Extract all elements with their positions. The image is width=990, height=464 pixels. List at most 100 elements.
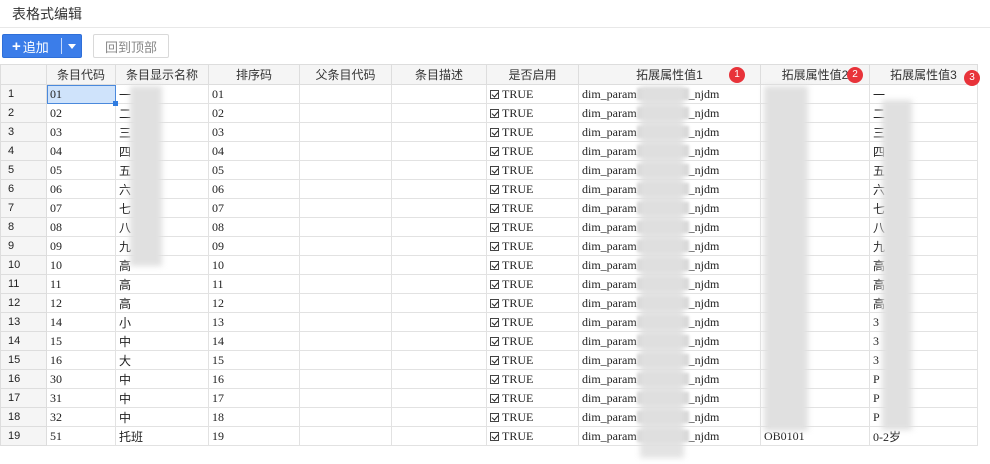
checkbox-icon[interactable] <box>490 241 499 251</box>
cell-sort[interactable]: 15 <box>208 350 300 370</box>
cell-description[interactable] <box>391 122 487 142</box>
cell-enabled[interactable]: TRUE <box>486 407 579 427</box>
cell-enabled[interactable]: TRUE <box>486 198 579 218</box>
checkbox-icon[interactable] <box>490 108 499 118</box>
row-number[interactable]: 7 <box>0 198 47 218</box>
cell-sort[interactable]: 03 <box>208 122 300 142</box>
cell-parent-code[interactable] <box>299 255 392 275</box>
checkbox-icon[interactable] <box>490 298 499 308</box>
cell-description[interactable] <box>391 179 487 199</box>
cell-code[interactable]: 03 <box>46 122 116 142</box>
cell-code[interactable]: 09 <box>46 236 116 256</box>
cell-sort[interactable]: 02 <box>208 103 300 123</box>
cell-description[interactable] <box>391 388 487 408</box>
checkbox-icon[interactable] <box>490 374 499 384</box>
add-dropdown-toggle[interactable] <box>62 35 81 57</box>
cell-parent-code[interactable] <box>299 407 392 427</box>
cell-sort[interactable]: 13 <box>208 312 300 332</box>
cell-parent-code[interactable] <box>299 388 392 408</box>
table-row[interactable]: 13 14 小 13 TRUE dim_param _njdm 3 <box>0 312 978 332</box>
col-header-ext1[interactable]: 拓展属性值1 1 <box>578 64 761 85</box>
fill-handle[interactable] <box>113 101 118 106</box>
cell-enabled[interactable]: TRUE <box>486 331 579 351</box>
cell-enabled[interactable]: TRUE <box>486 179 579 199</box>
cell-code[interactable]: 16 <box>46 350 116 370</box>
cell-parent-code[interactable] <box>299 84 392 104</box>
cell-parent-code[interactable] <box>299 350 392 370</box>
row-number[interactable]: 16 <box>0 369 47 389</box>
cell-enabled[interactable]: TRUE <box>486 84 579 104</box>
row-number[interactable]: 6 <box>0 179 47 199</box>
cell-enabled[interactable]: TRUE <box>486 217 579 237</box>
cell-enabled[interactable]: TRUE <box>486 293 579 313</box>
col-header-description[interactable]: 条目描述 <box>391 64 487 85</box>
cell-display-name[interactable]: 中 <box>115 407 209 427</box>
cell-enabled[interactable]: TRUE <box>486 122 579 142</box>
cell-code[interactable]: 12 <box>46 293 116 313</box>
cell-enabled[interactable]: TRUE <box>486 103 579 123</box>
table-row[interactable]: 12 12 高 12 TRUE dim_param _njdm 高 <box>0 293 978 313</box>
checkbox-icon[interactable] <box>490 89 499 99</box>
cell-sort[interactable]: 06 <box>208 179 300 199</box>
checkbox-icon[interactable] <box>490 127 499 137</box>
checkbox-icon[interactable] <box>490 317 499 327</box>
col-header-ext2[interactable]: 拓展属性值2 2 <box>760 64 870 85</box>
cell-parent-code[interactable] <box>299 141 392 161</box>
checkbox-icon[interactable] <box>490 260 499 270</box>
cell-code[interactable]: 30 <box>46 369 116 389</box>
cell-parent-code[interactable] <box>299 122 392 142</box>
add-button[interactable]: + 追加 <box>2 34 82 58</box>
cell-sort[interactable]: 04 <box>208 141 300 161</box>
add-main-button[interactable]: + 追加 <box>3 35 61 57</box>
col-header-enabled[interactable]: 是否启用 <box>486 64 579 85</box>
cell-enabled[interactable]: TRUE <box>486 236 579 256</box>
row-number[interactable]: 3 <box>0 122 47 142</box>
row-number[interactable]: 2 <box>0 103 47 123</box>
cell-description[interactable] <box>391 84 487 104</box>
cell-code[interactable]: 04 <box>46 141 116 161</box>
cell-description[interactable] <box>391 293 487 313</box>
cell-description[interactable] <box>391 369 487 389</box>
cell-enabled[interactable]: TRUE <box>486 141 579 161</box>
cell-parent-code[interactable] <box>299 426 392 446</box>
cell-enabled[interactable]: TRUE <box>486 369 579 389</box>
table-row[interactable]: 16 30 中 16 TRUE dim_param _njdm P <box>0 369 978 389</box>
cell-sort[interactable]: 17 <box>208 388 300 408</box>
cell-code[interactable]: 51 <box>46 426 116 446</box>
cell-sort[interactable]: 19 <box>208 426 300 446</box>
checkbox-icon[interactable] <box>490 355 499 365</box>
cell-parent-code[interactable] <box>299 198 392 218</box>
cell-code[interactable]: 32 <box>46 407 116 427</box>
cell-description[interactable] <box>391 407 487 427</box>
checkbox-icon[interactable] <box>490 431 499 441</box>
checkbox-icon[interactable] <box>490 146 499 156</box>
row-number[interactable]: 14 <box>0 331 47 351</box>
row-number[interactable]: 8 <box>0 217 47 237</box>
cell-description[interactable] <box>391 426 487 446</box>
cell-code[interactable]: 02 <box>46 103 116 123</box>
cell-description[interactable] <box>391 141 487 161</box>
cell-sort[interactable]: 18 <box>208 407 300 427</box>
cell-sort[interactable]: 07 <box>208 198 300 218</box>
cell-code[interactable]: 05 <box>46 160 116 180</box>
cell-sort[interactable]: 01 <box>208 84 300 104</box>
cell-sort[interactable]: 16 <box>208 369 300 389</box>
cell-code[interactable]: 11 <box>46 274 116 294</box>
back-to-top-button[interactable]: 回到顶部 <box>93 34 169 58</box>
cell-display-name[interactable]: 中 <box>115 388 209 408</box>
cell-enabled[interactable]: TRUE <box>486 274 579 294</box>
checkbox-icon[interactable] <box>490 393 499 403</box>
checkbox-icon[interactable] <box>490 336 499 346</box>
cell-description[interactable] <box>391 236 487 256</box>
cell-parent-code[interactable] <box>299 274 392 294</box>
cell-description[interactable] <box>391 312 487 332</box>
row-number[interactable]: 19 <box>0 426 47 446</box>
cell-parent-code[interactable] <box>299 293 392 313</box>
cell-display-name[interactable]: 高 <box>115 293 209 313</box>
cell-description[interactable] <box>391 350 487 370</box>
cell-code[interactable]: 31 <box>46 388 116 408</box>
cell-sort[interactable]: 05 <box>208 160 300 180</box>
cell-parent-code[interactable] <box>299 312 392 332</box>
checkbox-icon[interactable] <box>490 184 499 194</box>
cell-description[interactable] <box>391 217 487 237</box>
